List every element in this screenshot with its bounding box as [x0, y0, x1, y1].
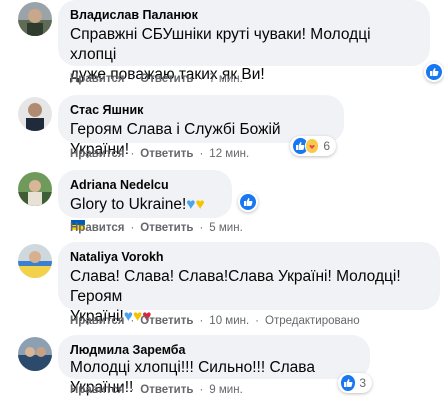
- reply-link[interactable]: Ответить: [140, 73, 193, 85]
- reply-link[interactable]: Ответить: [140, 384, 193, 396]
- avatar[interactable]: [18, 97, 52, 131]
- timestamp[interactable]: 9 мин.: [209, 384, 242, 396]
- avatar-image: [18, 172, 52, 206]
- comment-bubble: Adriana Nedelcu Glory to Ukraine!♥♥: [58, 170, 232, 230]
- avatar-image: [18, 2, 52, 36]
- like-link[interactable]: Нравится: [70, 148, 124, 160]
- comment-actions: Нравится · Ответить · 9 мин.: [70, 384, 243, 396]
- comment-actions: Нравится · Ответить · 12 мин.: [70, 148, 250, 160]
- avatar[interactable]: [18, 337, 52, 371]
- like-icon: [426, 64, 442, 80]
- avatar[interactable]: [18, 244, 52, 278]
- like-link[interactable]: Нравится: [70, 384, 124, 396]
- timestamp[interactable]: 10 мин.: [209, 315, 249, 327]
- comment-bubble: Владислав Паланюк Справжні СБУшніки крут…: [58, 0, 430, 83]
- comment-actions: Нравится · Ответить · 5 мин.: [70, 222, 243, 234]
- comment-author[interactable]: Стас Яшник: [70, 102, 332, 118]
- avatar[interactable]: [18, 172, 52, 206]
- like-link[interactable]: Нравится: [70, 73, 124, 85]
- reply-link[interactable]: Ответить: [140, 315, 193, 327]
- avatar-image: [18, 97, 52, 131]
- like-icon: [240, 194, 256, 210]
- avatar-image: [18, 337, 52, 371]
- comment-author[interactable]: Людмила Заремба: [70, 342, 358, 358]
- comment-text: Справжні СБУшніки круті чуваки! Молодці …: [70, 26, 371, 63]
- reaction-summary[interactable]: [424, 62, 444, 82]
- avatar[interactable]: [18, 2, 52, 36]
- comment-actions: Нравится · Ответить · 10 мин. · Отредактирован…: [70, 315, 360, 327]
- timestamp[interactable]: 5 мин.: [209, 222, 242, 234]
- comment-text-content: Glory to Ukraine!: [70, 196, 187, 213]
- timestamp[interactable]: 7 мин.: [209, 73, 242, 85]
- comment-text: Слава! Слава! Слава!Слава Україні! Молод…: [70, 268, 401, 305]
- yellow-heart-emoji: ♥: [195, 196, 205, 213]
- avatar-image: [18, 244, 52, 278]
- edited-label[interactable]: Отредактировано: [265, 315, 360, 327]
- care-icon: [304, 138, 320, 154]
- reaction-count: 6: [323, 139, 330, 153]
- like-link[interactable]: Нравится: [70, 222, 124, 234]
- reply-link[interactable]: Ответить: [140, 222, 193, 234]
- blue-heart-emoji: ♥: [186, 196, 196, 213]
- reaction-count: 3: [359, 376, 366, 390]
- like-icon: [341, 375, 356, 391]
- reaction-summary[interactable]: 3: [338, 373, 372, 393]
- reaction-summary[interactable]: [238, 192, 258, 212]
- comment-author[interactable]: Nataliya Vorokh: [70, 249, 428, 265]
- reaction-summary[interactable]: 6: [290, 136, 336, 156]
- reply-link[interactable]: Ответить: [140, 148, 193, 160]
- comment-bubble: Nataliya Vorokh Слава! Слава! Слава!Слав…: [58, 242, 440, 325]
- timestamp[interactable]: 12 мин.: [209, 148, 249, 160]
- comment-bubble: Людмила Заремба Молодці хлопці!!! Сильно…: [58, 335, 370, 396]
- like-link[interactable]: Нравится: [70, 315, 124, 327]
- comment-author[interactable]: Adriana Nedelcu: [70, 177, 220, 193]
- comment-author[interactable]: Владислав Паланюк: [70, 7, 418, 23]
- comment-actions: Нравится · Ответить · 7 мин.: [70, 73, 243, 85]
